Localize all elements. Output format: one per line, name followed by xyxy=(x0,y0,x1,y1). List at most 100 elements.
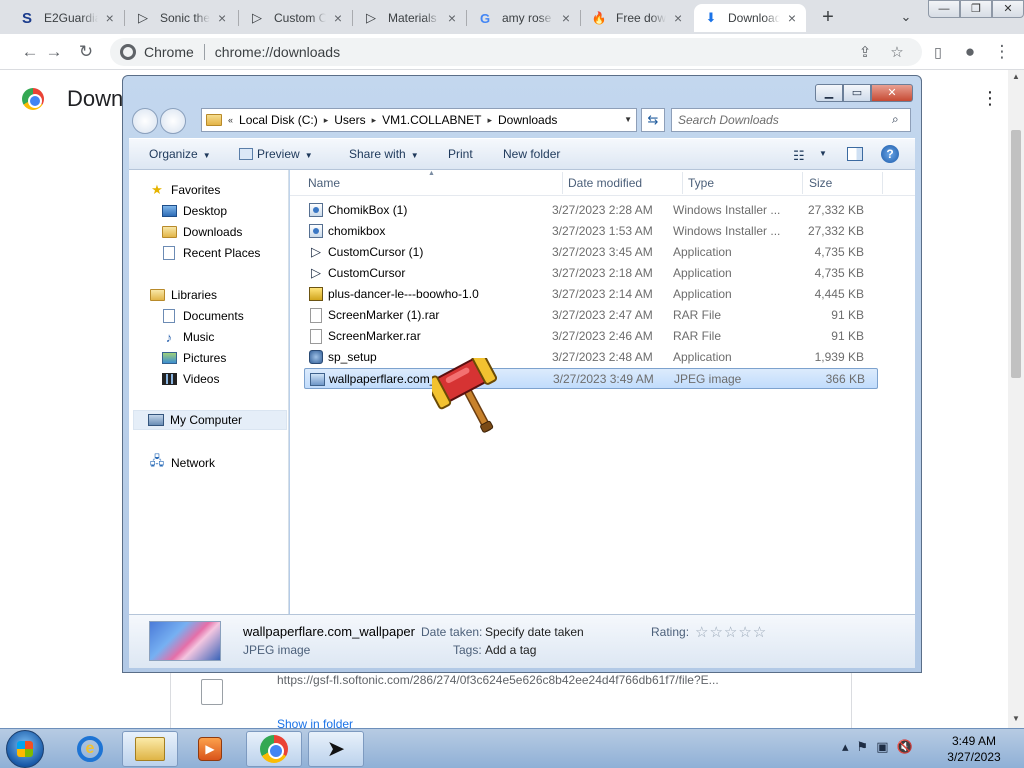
taskbar-custom-cursor[interactable]: ➤ xyxy=(308,731,364,767)
organize-button[interactable]: Organize ▼ xyxy=(149,147,211,161)
file-row[interactable]: chomikbox 3/27/2023 1:53 AM Windows Instal… xyxy=(304,221,878,242)
nav-documents[interactable]: Documents xyxy=(161,306,244,326)
clock[interactable]: 3:49 AM 3/27/2023 xyxy=(932,733,1016,765)
column-divider[interactable] xyxy=(882,172,883,194)
close-icon[interactable]: × xyxy=(560,10,572,26)
file-row[interactable]: plus-dancer-le---boowho-1.0 3/27/2023 2:1… xyxy=(304,284,878,305)
close-window-button[interactable]: ✕ xyxy=(992,0,1024,18)
breadcrumb-user[interactable]: VM1.COLLABNET xyxy=(382,113,481,127)
column-size[interactable]: Size xyxy=(809,176,832,190)
address-bar[interactable]: Chrome chrome://downloads ⇪ ☆ xyxy=(110,38,922,66)
maximize-button[interactable]: ▭ xyxy=(843,84,871,102)
search-icon[interactable]: ⌕ xyxy=(892,112,906,126)
close-icon[interactable]: × xyxy=(332,10,344,26)
nav-pictures[interactable]: Pictures xyxy=(161,348,226,368)
tab-sonic[interactable]: ▷ Sonic the Hedgehog × xyxy=(126,4,236,32)
menu-icon[interactable]: ⋮ xyxy=(990,40,1014,64)
close-icon[interactable]: × xyxy=(672,10,684,26)
file-row[interactable]: ScreenMarker (1).rar 3/27/2023 2:47 AM RAR… xyxy=(304,305,878,326)
sidepanel-icon[interactable]: ▯ xyxy=(926,40,950,64)
star-icon[interactable]: ☆ xyxy=(888,44,906,62)
profile-icon[interactable]: ● xyxy=(958,40,982,64)
back-button[interactable] xyxy=(132,108,158,134)
date-taken-field[interactable]: Specify date taken xyxy=(485,625,584,639)
overflow-chevron-icon[interactable]: « xyxy=(228,115,233,125)
minimize-button[interactable]: — xyxy=(928,0,960,18)
network-icon[interactable]: ▣ xyxy=(876,739,888,755)
file-row[interactable]: ▷ CustomCursor (1) 3/27/2023 3:45 AM Applic… xyxy=(304,242,878,263)
nav-desktop[interactable]: Desktop xyxy=(161,201,227,221)
scroll-up-icon[interactable]: ▲ xyxy=(1008,72,1024,81)
back-button[interactable]: ← xyxy=(18,40,42,64)
nav-recent-places[interactable]: Recent Places xyxy=(161,243,260,263)
scroll-thumb[interactable] xyxy=(1011,130,1021,378)
new-folder-button[interactable]: New folder xyxy=(503,147,560,161)
close-icon[interactable]: × xyxy=(786,10,798,26)
rating-stars[interactable]: ☆☆☆☆☆ xyxy=(695,623,767,641)
taskbar-internet-explorer[interactable]: e xyxy=(62,731,118,767)
refresh-button[interactable]: ⇆ xyxy=(641,108,665,132)
restore-button[interactable]: ❐ xyxy=(960,0,992,18)
start-button[interactable] xyxy=(6,730,44,768)
chevron-right-icon[interactable]: ▸ xyxy=(324,115,329,126)
flag-icon[interactable]: ⚑ xyxy=(857,739,869,755)
nav-libraries[interactable]: Libraries xyxy=(149,285,217,305)
taskbar-chrome[interactable] xyxy=(246,731,302,767)
tab-downloads[interactable]: ⬇ Downloads × xyxy=(694,4,806,32)
column-divider[interactable] xyxy=(682,172,683,194)
minimize-button[interactable]: ▁ xyxy=(815,84,843,102)
scroll-down-icon[interactable]: ▼ xyxy=(1008,714,1024,723)
url-text[interactable]: chrome://downloads xyxy=(215,44,340,60)
file-row[interactable]: ChomikBox (1) 3/27/2023 2:28 AM Windows In… xyxy=(304,200,878,221)
tags-field[interactable]: Add a tag xyxy=(485,643,536,657)
file-row[interactable]: ▷ CustomCursor 3/27/2023 2:18 AM Applicatio… xyxy=(304,263,878,284)
tab-custom-cursor[interactable]: ▷ Custom Cursor × xyxy=(240,4,352,32)
reload-button[interactable]: ↻ xyxy=(74,40,98,64)
nav-videos[interactable]: Videos xyxy=(161,369,219,389)
view-options-icon[interactable]: ☷ xyxy=(793,148,805,164)
close-icon[interactable]: × xyxy=(446,10,458,26)
column-date-modified[interactable]: Date modified xyxy=(568,176,642,190)
explorer-address-bar[interactable]: « Local Disk (C:) ▸ Users ▸ VM1.COLLABNE… xyxy=(201,108,637,132)
breadcrumb-local-disk[interactable]: Local Disk (C:) xyxy=(239,113,318,127)
download-url[interactable]: https://gsf-fl.softonic.com/286/274/0f3c… xyxy=(277,673,777,687)
column-type[interactable]: Type xyxy=(688,176,714,190)
preview-button[interactable]: Preview ▼ xyxy=(239,147,313,161)
volume-muted-icon[interactable]: 🔇 xyxy=(896,739,912,755)
close-button[interactable]: ✕ xyxy=(871,84,913,102)
column-name[interactable]: Name xyxy=(308,176,340,190)
chevron-down-icon[interactable]: ⌄ xyxy=(896,6,916,28)
share-icon[interactable]: ⇪ xyxy=(856,44,874,62)
print-button[interactable]: Print xyxy=(448,147,473,161)
taskbar-explorer[interactable] xyxy=(122,731,178,767)
close-icon[interactable]: × xyxy=(104,10,116,26)
forward-button[interactable] xyxy=(160,108,186,134)
file-row[interactable]: ScreenMarker.rar 3/27/2023 2:46 AM RAR Fil… xyxy=(304,326,878,347)
page-scrollbar[interactable]: ▲ ▼ xyxy=(1008,70,1024,728)
file-row[interactable]: wallpaperflare.com_ 3/27/2023 3:49 AM JPEG… xyxy=(304,368,878,389)
file-row[interactable]: sp_setup 3/27/2023 2:48 AM Application 1,93… xyxy=(304,347,878,368)
close-icon[interactable]: × xyxy=(216,10,228,26)
chevron-right-icon[interactable]: ▸ xyxy=(372,115,377,126)
tab-materials[interactable]: ▷ Materials × xyxy=(354,4,466,32)
tab-free-download[interactable]: 🔥 Free download × xyxy=(582,4,692,32)
new-tab-button[interactable]: + xyxy=(816,6,840,30)
nav-favorites[interactable]: ★ Favorites xyxy=(149,180,220,200)
show-hidden-icons-icon[interactable]: ▴ xyxy=(842,739,849,755)
chevron-right-icon[interactable]: ▸ xyxy=(487,115,492,126)
nav-network[interactable]: 🖧 Network xyxy=(149,453,215,473)
taskbar-media-player[interactable]: ▶ xyxy=(182,731,238,767)
tab-e2guardian[interactable]: S E2Guardian × xyxy=(10,4,124,32)
forward-button[interactable]: → xyxy=(42,40,66,64)
breadcrumb-downloads[interactable]: Downloads xyxy=(498,113,557,127)
more-icon[interactable]: ⋮ xyxy=(980,88,1000,109)
search-input[interactable]: Search Downloads ⌕ xyxy=(671,108,911,132)
tab-amy-rose[interactable]: G amy rose × xyxy=(468,4,580,32)
breadcrumb-users[interactable]: Users xyxy=(334,113,365,127)
chevron-down-icon[interactable]: ▼ xyxy=(624,115,632,124)
preview-pane-icon[interactable] xyxy=(847,147,863,161)
help-icon[interactable]: ? xyxy=(881,145,899,163)
share-with-button[interactable]: Share with ▼ xyxy=(349,147,419,161)
column-divider[interactable] xyxy=(562,172,563,194)
nav-downloads[interactable]: Downloads xyxy=(161,222,242,242)
